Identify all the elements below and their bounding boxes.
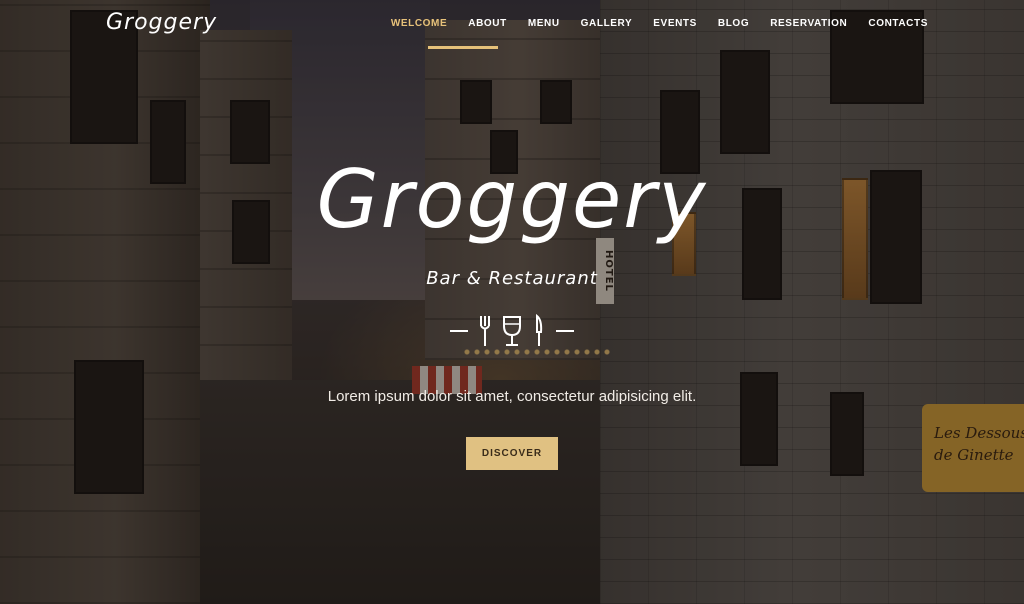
- main-nav: WELCOME ABOUT MENU GALLERY EVENTS BLOG R…: [391, 18, 928, 33]
- nav-item-menu[interactable]: MENU: [528, 18, 560, 33]
- nav-item-blog[interactable]: BLOG: [718, 18, 749, 33]
- fork-icon: [480, 316, 490, 346]
- hero-title: Groggery: [316, 153, 708, 246]
- hero-subtitle: Bar & Restaurant: [426, 268, 598, 289]
- site-logo[interactable]: Groggery: [106, 10, 217, 35]
- hero-tagline: Lorem ipsum dolor sit amet, consectetur …: [327, 388, 697, 405]
- dark-overlay: [0, 0, 1024, 604]
- active-nav-indicator: [428, 46, 498, 49]
- hero-section: HOTEL Les Dessous de Ginette Groggery WE…: [0, 0, 1024, 604]
- nav-item-gallery[interactable]: GALLERY: [581, 18, 633, 33]
- cutlery-divider: [450, 314, 574, 346]
- nav-item-reservation[interactable]: RESERVATION: [770, 18, 847, 33]
- nav-item-welcome[interactable]: WELCOME: [391, 18, 447, 33]
- knife-icon: [536, 314, 543, 346]
- nav-item-about[interactable]: ABOUT: [468, 18, 507, 33]
- nav-item-events[interactable]: EVENTS: [653, 18, 697, 33]
- discover-button[interactable]: DISCOVER: [466, 437, 558, 470]
- nav-item-contacts[interactable]: CONTACTS: [868, 18, 928, 33]
- wine-glass-icon: [503, 316, 521, 346]
